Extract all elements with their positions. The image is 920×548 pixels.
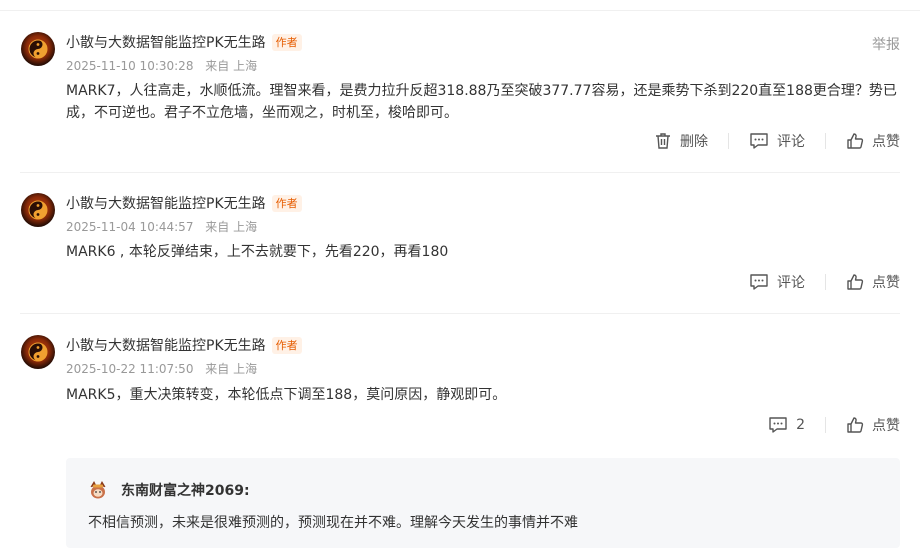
- reply-content: 不相信预测，未来是很难预测的，预测现在并不难。理解今天发生的事情并不难: [88, 515, 578, 531]
- comment-count: 2: [796, 417, 805, 433]
- like-label: 点赞: [872, 275, 900, 291]
- chat-bubble-icon: [750, 274, 768, 290]
- comment-button[interactable]: 2: [768, 416, 805, 434]
- action-separator: [728, 133, 729, 149]
- author-name[interactable]: 小散与大数据智能监控PK无生路: [66, 32, 266, 52]
- like-button[interactable]: 点赞: [846, 415, 900, 435]
- like-label: 点赞: [872, 134, 900, 150]
- avatar[interactable]: [21, 335, 55, 369]
- author-name[interactable]: 小散与大数据智能监控PK无生路: [66, 335, 266, 355]
- like-button[interactable]: 点赞: [846, 272, 900, 292]
- comment-date: 2025-11-04 10:44:57: [66, 220, 194, 234]
- delete-label: 删除: [680, 134, 708, 150]
- comment-label: 评论: [777, 134, 805, 150]
- trash-icon: [656, 133, 670, 149]
- yin-yang-icon: [28, 39, 48, 59]
- report-link[interactable]: 举报: [872, 34, 900, 54]
- yin-yang-icon: [28, 200, 48, 220]
- row-divider: [20, 313, 900, 314]
- top-divider: [0, 10, 920, 11]
- author-name[interactable]: 小散与大数据智能监控PK无生路: [66, 193, 266, 213]
- action-separator: [825, 417, 826, 433]
- like-label: 点赞: [872, 418, 900, 434]
- comment-button[interactable]: 评论: [749, 272, 805, 292]
- cartoon-avatar-icon[interactable]: [88, 480, 108, 500]
- author-badge: 作者: [271, 336, 302, 354]
- reply-box: 东南财富之神2069: 不相信预测，未来是很难预测的，预测现在并不难。理解今天发…: [66, 458, 900, 548]
- comment-content: MARK5，重大决策转变，本轮低点下调至188，莫问原因，静观即可。: [66, 387, 507, 403]
- action-separator: [825, 133, 826, 149]
- avatar[interactable]: [21, 193, 55, 227]
- comment-date: 2025-11-10 10:30:28: [66, 59, 194, 73]
- author-badge: 作者: [271, 33, 302, 51]
- thumbs-up-icon: [847, 274, 864, 290]
- reply-author[interactable]: 东南财富之神2069:: [121, 480, 250, 500]
- avatar[interactable]: [21, 32, 55, 66]
- comment-button[interactable]: 评论: [749, 131, 805, 151]
- chat-bubble-icon: [769, 417, 787, 433]
- comment-location: 来自 上海: [205, 362, 258, 376]
- thumbs-up-icon: [847, 133, 864, 149]
- yin-yang-icon: [28, 342, 48, 362]
- row-divider: [20, 172, 900, 173]
- comment-date: 2025-10-22 11:07:50: [66, 362, 194, 376]
- comment-content: MARK7，人往高走，水顺低流。理智来看，是费力拉升反超318.88乃至突破37…: [66, 83, 897, 121]
- action-separator: [825, 274, 826, 290]
- comment-location: 来自 上海: [205, 59, 258, 73]
- comment-label: 评论: [777, 275, 805, 291]
- thumbs-up-icon: [847, 417, 864, 433]
- comment-content: MARK6 , 本轮反弹结束，上不去就要下，先看220，再看180: [66, 244, 449, 260]
- comment-location: 来自 上海: [205, 220, 258, 234]
- like-button[interactable]: 点赞: [846, 131, 900, 151]
- chat-bubble-icon: [750, 133, 768, 149]
- author-badge: 作者: [271, 194, 302, 212]
- delete-button[interactable]: 删除: [654, 131, 708, 151]
